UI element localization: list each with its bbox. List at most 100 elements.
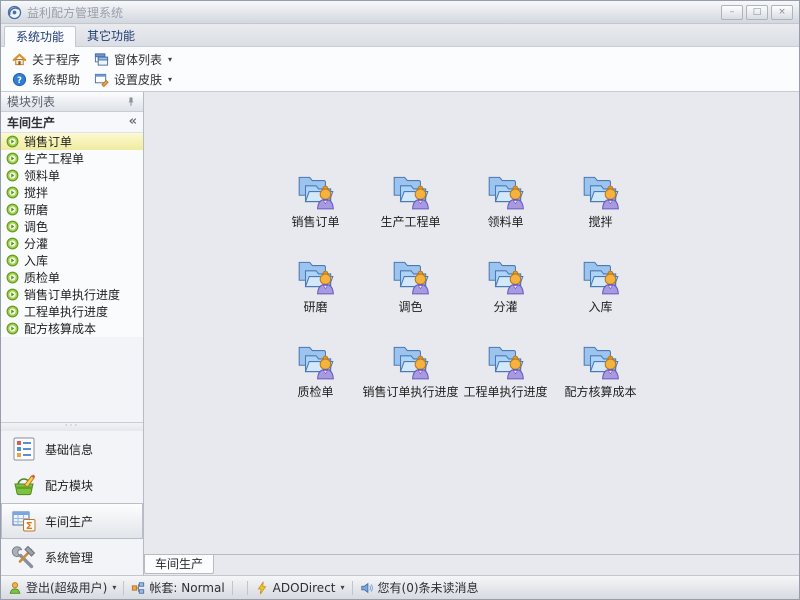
set-skin-button[interactable]: 设置皮肤 ▾: [89, 69, 177, 89]
shortcut-label: 领料单: [487, 213, 523, 230]
tab-workshop-production[interactable]: 车间生产: [144, 555, 214, 574]
module-item-tinting[interactable]: 调色: [1, 218, 143, 235]
shortcut-label: 研磨: [303, 298, 327, 315]
module-item-work-order-progress[interactable]: 工程单执行进度: [1, 303, 143, 320]
shortcut-formula-costing[interactable]: 配方核算成本: [553, 340, 648, 400]
go-arrow-icon: [6, 186, 19, 199]
tab-system-functions[interactable]: 系统功能: [4, 26, 76, 47]
module-item-warehousing[interactable]: 入库: [1, 252, 143, 269]
module-item-grinding[interactable]: 研磨: [1, 201, 143, 218]
ribbon-tab-bar: 系统功能 其它功能: [1, 24, 799, 47]
module-item-quality-inspection[interactable]: 质检单: [1, 269, 143, 286]
module-item-label: 销售订单执行进度: [24, 286, 120, 303]
module-item-label: 分灌: [24, 235, 48, 252]
folder-user-icon: [485, 170, 527, 210]
sidebar-splitter[interactable]: ···: [1, 422, 143, 431]
shortcut-grid: 销售订单 生产工程单 领料单 搅拌: [268, 170, 799, 400]
go-arrow-icon: [6, 322, 19, 335]
logout-button[interactable]: 登出(超级用户) ▾: [8, 579, 116, 596]
shortcut-sales-order-progress[interactable]: 销售订单执行进度: [363, 340, 458, 400]
about-program-button[interactable]: 关于程序: [7, 49, 89, 69]
connection-icon: [131, 581, 145, 595]
statusbar-separator: [123, 581, 124, 595]
folder-user-icon: [390, 340, 432, 380]
shortcut-quality-inspection[interactable]: 质检单: [268, 340, 363, 400]
pin-icon[interactable]: [125, 96, 137, 108]
module-panel-title: 车间生产 «: [1, 112, 143, 133]
ado-direct-label: ADODirect: [273, 581, 336, 595]
document-tab-bar: 车间生产: [144, 554, 799, 575]
logout-label: 登出(超级用户): [26, 579, 107, 596]
home-icon: [12, 52, 27, 67]
toolbar-row-1: 关于程序 窗体列表 ▾: [7, 49, 793, 69]
shortcut-work-order-progress[interactable]: 工程单执行进度: [458, 340, 553, 400]
module-item-production-order[interactable]: 生产工程单: [1, 150, 143, 167]
spreadsheet-sigma-icon: [11, 508, 37, 534]
module-item-material-requisition[interactable]: 领料单: [1, 167, 143, 184]
shortcut-label: 销售订单执行进度: [363, 383, 459, 400]
module-item-filling[interactable]: 分灌: [1, 235, 143, 252]
shortcut-stirring[interactable]: 搅拌: [553, 170, 648, 230]
dropdown-arrow-icon: ▾: [341, 583, 345, 592]
sidebar-item-system-management[interactable]: 系统管理: [1, 539, 143, 575]
maximize-button[interactable]: □: [746, 5, 768, 20]
module-item-sales-order-progress[interactable]: 销售订单执行进度: [1, 286, 143, 303]
go-arrow-icon: [6, 169, 19, 182]
module-item-sales-order[interactable]: 销售订单: [1, 133, 143, 150]
toolbar-row-2: 系统帮助 设置皮肤 ▾: [7, 69, 793, 89]
go-arrow-icon: [6, 203, 19, 216]
shortcut-warehousing[interactable]: 入库: [553, 255, 648, 315]
system-help-button[interactable]: 系统帮助: [7, 69, 89, 89]
go-arrow-icon: [6, 271, 19, 284]
sidebar-item-basic-info[interactable]: 基础信息: [1, 431, 143, 467]
speaker-icon: [360, 581, 374, 595]
window-list-button[interactable]: 窗体列表 ▾: [89, 49, 177, 69]
ado-direct-button[interactable]: ADODirect ▾: [255, 581, 345, 595]
system-help-label: 系统帮助: [32, 71, 80, 88]
workspace: 模块列表 车间生产 « 销售订单 生产工程单 领料单: [1, 92, 799, 575]
folder-user-icon: [485, 340, 527, 380]
module-item-formula-costing[interactable]: 配方核算成本: [1, 320, 143, 337]
shortcut-label: 搅拌: [588, 213, 612, 230]
module-item-label: 质检单: [24, 269, 60, 286]
account-set-status: 帐套: Normal: [131, 579, 224, 596]
main-area: 销售订单 生产工程单 领料单 搅拌: [144, 92, 799, 575]
shortcut-label: 工程单执行进度: [463, 383, 547, 400]
dropdown-arrow-icon: ▾: [168, 75, 172, 84]
go-arrow-icon: [6, 237, 19, 250]
unread-messages-button[interactable]: 您有(0)条未读消息: [360, 579, 479, 596]
app-window: 益利配方管理系统 – □ × 系统功能 其它功能 关于程序 窗体列表 ▾ 系统帮…: [0, 0, 800, 600]
shortcut-label: 分灌: [493, 298, 517, 315]
shortcut-tinting[interactable]: 调色: [363, 255, 458, 315]
app-icon: [7, 5, 22, 20]
status-bar: 登出(超级用户) ▾ 帐套: Normal ADODirect ▾ 您有(0)条…: [1, 575, 799, 599]
shortcut-label: 配方核算成本: [564, 383, 636, 400]
module-item-stirring[interactable]: 搅拌: [1, 184, 143, 201]
close-button[interactable]: ×: [771, 5, 793, 20]
minimize-button[interactable]: –: [721, 5, 743, 20]
sidebar-item-workshop-production[interactable]: 车间生产: [1, 503, 143, 539]
collapse-panel-icon[interactable]: «: [129, 113, 137, 131]
shortcut-production-order[interactable]: 生产工程单: [363, 170, 458, 230]
dropdown-arrow-icon: ▾: [168, 55, 172, 64]
go-arrow-icon: [6, 135, 19, 148]
go-arrow-icon: [6, 220, 19, 233]
folder-user-icon: [390, 170, 432, 210]
statusbar-separator: [247, 581, 248, 595]
skin-icon: [94, 72, 109, 87]
set-skin-label: 设置皮肤: [114, 71, 162, 88]
module-item-label: 调色: [24, 218, 48, 235]
tab-other-functions[interactable]: 其它功能: [76, 26, 146, 46]
shortcut-label: 销售订单: [291, 213, 339, 230]
folder-user-icon: [485, 255, 527, 295]
shortcut-grinding[interactable]: 研磨: [268, 255, 363, 315]
sidebar-header-label: 模块列表: [7, 93, 55, 110]
ribbon-toolbar: 关于程序 窗体列表 ▾ 系统帮助 设置皮肤 ▾: [1, 47, 799, 92]
sidebar-header: 模块列表: [1, 92, 143, 112]
shortcut-sales-order[interactable]: 销售订单: [268, 170, 363, 230]
shortcut-filling[interactable]: 分灌: [458, 255, 553, 315]
shortcut-material-requisition[interactable]: 领料单: [458, 170, 553, 230]
go-arrow-icon: [6, 254, 19, 267]
sidebar-item-formula-module[interactable]: 配方模块: [1, 467, 143, 503]
help-icon: [12, 72, 27, 87]
